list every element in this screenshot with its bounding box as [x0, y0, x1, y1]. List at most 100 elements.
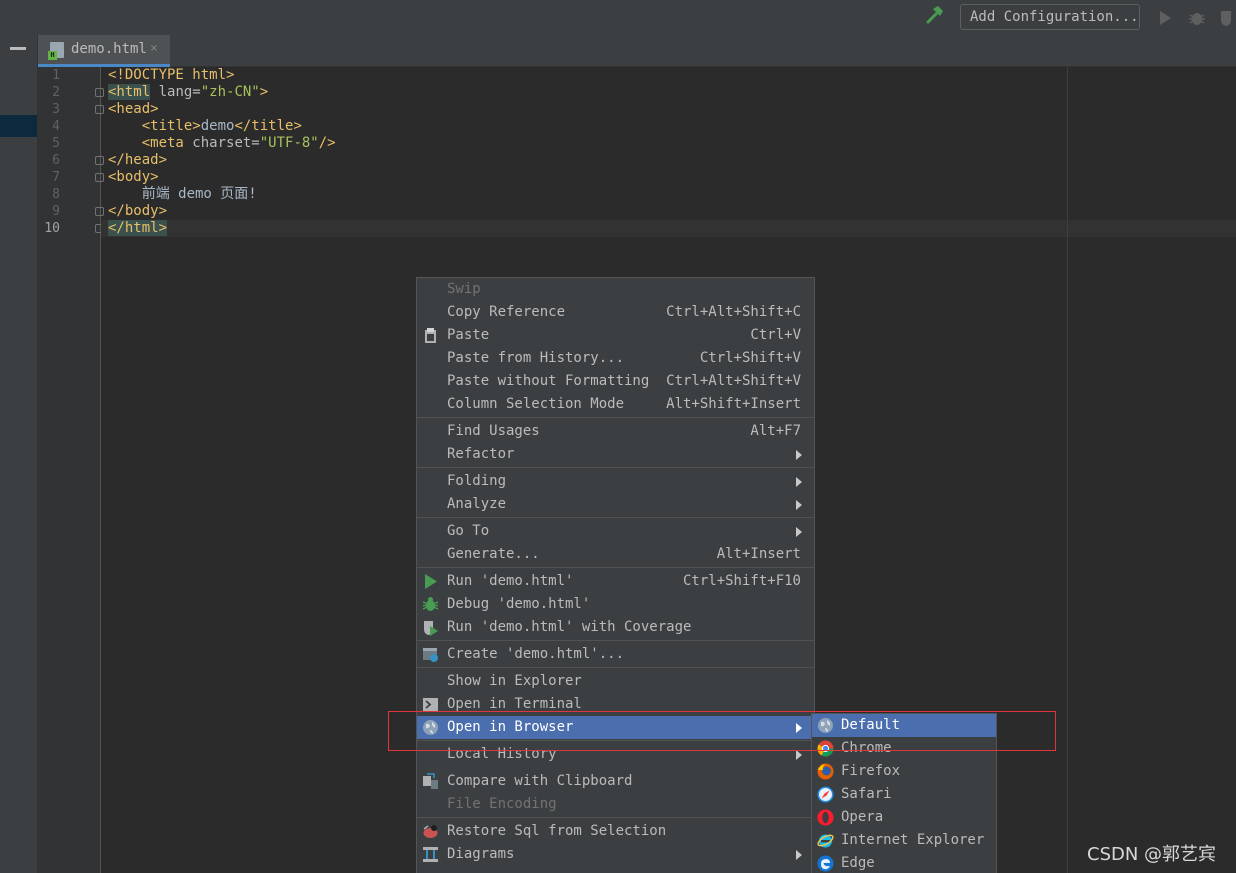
menu-separator [417, 517, 814, 518]
menu-item-local-history[interactable]: Local History [417, 743, 814, 766]
menu-item-label: Open in Browser [447, 719, 574, 735]
code-line: <!DOCTYPE html> [108, 67, 234, 84]
current-line-highlight [101, 220, 1236, 237]
edge-icon [817, 855, 834, 872]
browser-item-opera[interactable]: Opera [812, 806, 996, 829]
menu-item-label: Local History [447, 746, 557, 762]
menu-separator [417, 567, 814, 568]
debug-icon[interactable] [1186, 7, 1208, 29]
code-token: </body> [108, 203, 168, 219]
safari-icon [817, 786, 834, 803]
tab-label: demo.html [71, 41, 147, 57]
menu-item-label: Refactor [447, 446, 515, 462]
html-file-icon [48, 42, 64, 60]
submenu-arrow-icon [796, 450, 802, 460]
submenu-arrow-icon [796, 527, 802, 537]
menu-item-label: Diagrams [447, 846, 515, 862]
chrome-icon [817, 740, 834, 757]
menu-item-paste-from-history[interactable]: Paste from History... Ctrl+Shift+V [417, 347, 814, 370]
menu-item-open-in-browser[interactable]: Open in Browser [417, 716, 814, 739]
add-configuration-button[interactable]: Add Configuration... [960, 4, 1140, 30]
line-number: 6 [52, 153, 60, 168]
menu-item-shortcut: Ctrl+Alt+Shift+C [666, 304, 801, 320]
submenu-arrow-icon [796, 723, 802, 733]
code-line: </html> [108, 220, 168, 237]
menu-item-label: Find Usages [447, 423, 540, 439]
menu-separator [417, 817, 814, 818]
browser-item-safari[interactable]: Safari [812, 783, 996, 806]
menu-item-find-usages[interactable]: Find Usages Alt+F7 [417, 420, 814, 443]
menu-item-run-demo-html-with-coverage[interactable]: Run 'demo.html' with Coverage [417, 616, 814, 639]
browser-item-internet-explorer[interactable]: Internet Explorer [812, 829, 996, 852]
tab-demo-html[interactable]: demo.html × [38, 35, 170, 67]
menu-item-shortcut: Ctrl+Alt+Shift+V [666, 373, 801, 389]
coverage-icon[interactable] [1218, 7, 1236, 29]
globe-icon [817, 717, 834, 734]
collapse-minus-icon[interactable] [10, 47, 26, 50]
code-token: <head> [108, 101, 159, 117]
menu-item-paste[interactable]: Paste Ctrl+V [417, 324, 814, 347]
menu-item-label: Create 'demo.html'... [447, 646, 625, 662]
menu-item-compare-with-clipboard[interactable]: Compare with Clipboard [417, 770, 814, 793]
terminal-icon [422, 696, 439, 713]
code-token: charset= [183, 135, 260, 151]
firefox-icon [817, 763, 834, 780]
menu-separator [417, 740, 814, 741]
menu-item-shortcut: Alt+Shift+Insert [666, 396, 801, 412]
browser-item-label: Default [841, 717, 901, 733]
menu-item-copy-reference[interactable]: Copy Reference Ctrl+Alt+Shift+C [417, 301, 814, 324]
menu-item-open-in-terminal[interactable]: Open in Terminal [417, 693, 814, 716]
menu-item-folding[interactable]: Folding [417, 470, 814, 493]
browser-item-firefox[interactable]: Firefox [812, 760, 996, 783]
code-line: </head> [108, 152, 167, 169]
browser-item-label: Opera [841, 809, 884, 825]
run-icon[interactable] [1154, 7, 1176, 29]
line-number: 4 [52, 119, 60, 134]
code-token: </head> [108, 152, 168, 168]
code-token: </title> [234, 118, 302, 134]
tab-close-icon[interactable]: × [150, 41, 158, 56]
menu-item-label: Restore Sql from Selection [447, 823, 667, 839]
code-token: "UTF-8" [259, 135, 319, 151]
editor-context-menu: Swip Copy Reference Ctrl+Alt+Shift+C Paste C… [416, 277, 815, 873]
diagrams-icon [422, 846, 439, 863]
internet-explorer-icon [817, 832, 834, 849]
menu-item-paste-without-formatting[interactable]: Paste without Formatting Ctrl+Alt+Shift+V [417, 370, 814, 393]
code-line: <head> [108, 101, 159, 118]
build-hammer-icon[interactable] [922, 5, 948, 29]
submenu-arrow-icon [796, 850, 802, 860]
menu-item-analyze[interactable]: Analyze [417, 493, 814, 516]
menu-item-column-selection-mode[interactable]: Column Selection Mode Alt+Shift+Insert [417, 393, 814, 416]
browser-item-edge[interactable]: Edge [812, 852, 996, 873]
browser-item-chrome[interactable]: Chrome [812, 737, 996, 760]
menu-item-create-demo-html[interactable]: Create 'demo.html'... [417, 643, 814, 666]
editor-tab-bar: demo.html × [38, 35, 1236, 67]
code-token: 前端 demo 页面! [108, 186, 257, 202]
browser-item-label: Firefox [841, 763, 901, 779]
menu-item-generate[interactable]: Generate... Alt+Insert [417, 543, 814, 566]
menu-item-restore-sql-from-selection[interactable]: Restore Sql from Selection [417, 820, 814, 843]
menu-item-file-encoding: File Encoding [417, 793, 814, 816]
menu-item-label: Paste from History... [447, 350, 625, 366]
line-number: 2 [52, 85, 60, 100]
menu-item-shortcut: Alt+Insert [716, 546, 801, 562]
menu-item-debug-demo-html[interactable]: Debug 'demo.html' [417, 593, 814, 616]
menu-item-label: Column Selection Mode [447, 396, 625, 412]
line-number-current: 10 [44, 221, 60, 236]
menu-item-run-demo-html[interactable]: Run 'demo.html' Ctrl+Shift+F10 [417, 570, 814, 593]
line-number-gutter: 1 2 3 4 5 6 7 8 9 10 [38, 67, 104, 873]
menu-item-show-in-explorer[interactable]: Show in Explorer [417, 670, 814, 693]
restore-sql-icon [422, 823, 439, 840]
menu-item-swip: Swip [417, 278, 814, 301]
menu-separator [417, 467, 814, 468]
menu-item-diagrams[interactable]: Diagrams [417, 843, 814, 866]
menu-item-go-to[interactable]: Go To [417, 520, 814, 543]
menu-item-label: Paste without Formatting [447, 373, 650, 389]
menu-item-shortcut: Ctrl+Shift+F10 [682, 573, 801, 589]
line-number: 7 [52, 170, 60, 185]
menu-item-label: Compare with Clipboard [447, 773, 633, 789]
menu-item-refactor[interactable]: Refactor [417, 443, 814, 466]
menu-separator [417, 640, 814, 641]
globe-icon [422, 719, 439, 736]
browser-item-default[interactable]: Default [812, 714, 996, 737]
